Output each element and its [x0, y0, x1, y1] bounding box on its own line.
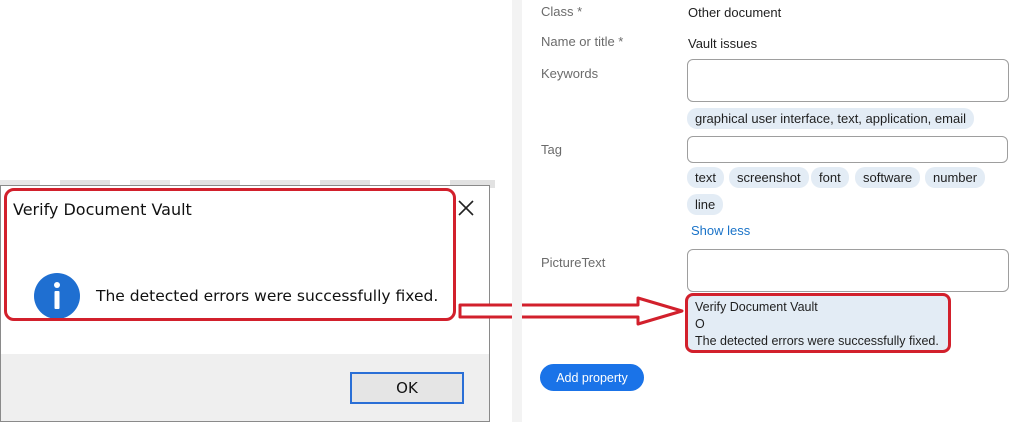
tag-label: Tag [541, 142, 562, 157]
ok-button[interactable]: OK [350, 372, 464, 404]
close-icon[interactable] [455, 197, 477, 219]
tag-chip[interactable]: text [687, 167, 724, 188]
show-less-link[interactable]: Show less [691, 223, 750, 238]
picture-text-suggestion[interactable]: Verify Document Vault O The detected err… [685, 293, 951, 353]
picture-text-input[interactable] [687, 249, 1009, 292]
picture-text-line: Verify Document Vault [695, 300, 818, 314]
keywords-label: Keywords [541, 66, 599, 81]
arrow-icon [458, 296, 684, 326]
keywords-input[interactable] [687, 59, 1009, 102]
picture-text-label: PictureText [541, 255, 606, 270]
keyword-suggestion-chip[interactable]: graphical user interface, text, applicat… [687, 108, 974, 129]
tag-chip[interactable]: software [855, 167, 921, 188]
tag-chip[interactable]: font [811, 167, 849, 188]
name-label: Name or title * [541, 34, 624, 49]
highlight-box-dialog [4, 188, 456, 321]
tag-chip[interactable]: number [925, 167, 986, 188]
add-property-button[interactable]: Add property [540, 364, 644, 391]
panel-divider [512, 0, 522, 422]
tag-input[interactable] [687, 136, 1008, 163]
name-value[interactable]: Vault issues [688, 36, 757, 51]
tag-chip[interactable]: screenshot [729, 167, 809, 188]
tag-chip[interactable]: line [687, 194, 724, 215]
picture-text-line: O [695, 317, 705, 331]
close-icon-glyph [458, 200, 474, 216]
class-value[interactable]: Other document [688, 5, 781, 20]
picture-text-line: The detected errors were successfully fi… [695, 334, 939, 348]
class-label: Class * [541, 4, 583, 19]
